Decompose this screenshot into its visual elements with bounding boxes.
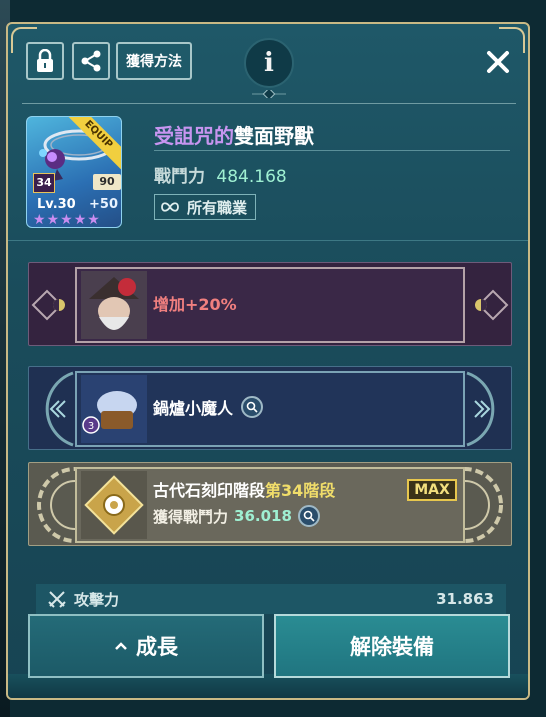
star-icon: ★ [46,212,60,228]
section-divider [8,240,528,241]
class-tag: 所有職業 [154,194,257,220]
ancient-seal-bar[interactable]: 古代石刻印階段第34階段 MAX 獲得戰鬥力 36.018 [28,462,512,546]
combat-power-row: 戰鬥力 484.168 [154,162,287,187]
pet-level: 3 [88,421,94,432]
star-icon: ★ [33,212,46,228]
seal-stage-value: 第34階段 [265,481,336,500]
attack-value: 31.863 [436,590,494,608]
item-enhance-level: +50 [89,197,118,212]
boiler-imp-portrait-icon: 3 [81,375,147,443]
seal-search-button[interactable] [297,505,320,527]
combat-power-label: 戰鬥力 [154,167,205,187]
grow-button[interactable]: 成長 [28,614,264,678]
combat-power-value: 484.168 [216,167,287,187]
max-badge: MAX [407,479,457,501]
share-button[interactable] [72,42,110,80]
attack-label: 攻擊力 [74,590,120,609]
seal-gain-value: 36.018 [234,507,292,525]
item-name: 受詛咒的雙面野獸 [154,120,314,149]
soul-bonus-bar[interactable]: 增加+20% [28,262,512,346]
seal-ornament-left-icon [37,467,75,543]
infinity-icon [161,202,179,212]
item-upgrade-badge: 90 [93,174,121,190]
item-name-prefix: 受詛咒的 [154,124,234,148]
seal-stage-text: 古代石刻印階段第34階段 [153,477,335,501]
search-icon [303,510,315,522]
crossed-swords-icon [48,591,66,608]
item-thumbnail[interactable]: EQUIP 34 90 Lv.30 +50 ★ ★ ★ ★ ★ [26,116,122,228]
lock-icon [37,49,53,72]
item-rank-badge: 34 [33,173,55,193]
soul-bonus-text: 增加+20% [153,295,237,314]
ancient-seal-icon [81,471,147,539]
attack-stat-row: 攻擊力 31.863 [36,584,506,614]
seal-gain-label: 獲得戰鬥力 [153,507,229,526]
share-icon [81,50,101,72]
ornament-left-icon [31,289,65,321]
acquire-method-button[interactable]: 獲得方法 [116,42,192,80]
search-icon [246,401,258,413]
pet-search-button[interactable] [241,396,264,418]
star-icon: ★ [87,212,100,228]
seal-stage-prefix: 古代石刻印階段 [153,481,266,500]
item-star-rating: ★ ★ ★ ★ ★ [33,213,100,227]
star-icon: ★ [73,212,87,228]
class-tag-label: 所有職業 [187,198,248,217]
item-level: Lv.30 [37,197,76,212]
close-icon [487,51,509,73]
close-button[interactable] [480,44,516,80]
info-button[interactable]: i [244,38,294,88]
pet-name: 鍋爐小魔人 [153,399,234,418]
panel-header: 獲得方法 i [8,24,528,104]
pet-bar[interactable]: 3 鍋爐小魔人 [28,366,512,450]
pet-name-row: 鍋爐小魔人 [153,395,264,419]
seal-ornament-right-icon [465,467,503,543]
item-detail-panel: 獲得方法 i EQUIP 34 90 Lv.30 +50 ★ ★ ★ ★ ★ 受… [6,22,530,700]
unequip-button[interactable]: 解除裝備 [274,614,510,678]
chevron-up-icon [115,642,127,650]
lock-button[interactable] [26,42,64,80]
chevron-left-icon [45,371,74,447]
seal-gain-row: 獲得戰鬥力 36.018 [153,505,320,527]
name-divider [154,150,510,151]
wizard-portrait-icon [81,271,147,339]
item-name-main: 雙面野獸 [234,124,314,148]
ornament-right-icon [475,289,509,321]
info-icon: i [264,48,274,78]
header-divider [22,103,516,104]
info-ornament [252,90,286,98]
chevron-right-icon [466,371,495,447]
grow-button-label: 成長 [136,635,178,659]
star-icon: ★ [60,212,73,228]
